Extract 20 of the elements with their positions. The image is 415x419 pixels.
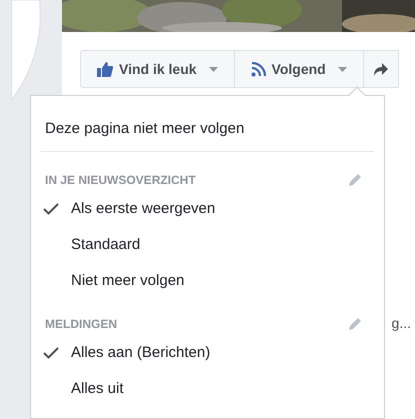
menu-item[interactable]: Niet meer volgen — [31, 264, 384, 298]
pencil-icon[interactable] — [348, 317, 362, 331]
caret-icon — [338, 66, 347, 72]
share-arrow-icon — [374, 62, 388, 76]
section-header: IN JE NIEUWSOVERZICHT — [45, 172, 196, 189]
menu-item[interactable]: Alles aan (Berichten) — [31, 336, 384, 370]
thumbs-up-icon — [97, 62, 113, 76]
action-button[interactable]: Vind ik leuk — [81, 51, 235, 87]
menu-item[interactable]: Standaard — [31, 228, 384, 262]
truncated-text: g... — [392, 314, 411, 333]
rss-icon — [250, 62, 266, 76]
checkmark-icon — [43, 347, 59, 359]
caret-icon — [208, 66, 218, 72]
pencil-icon[interactable] — [348, 173, 362, 187]
menu-item[interactable]: Alles uit — [31, 372, 384, 406]
checkmark-icon — [43, 203, 59, 215]
menu-item[interactable]: Als eerste weergeven — [31, 192, 384, 226]
menu-item[interactable]: Deze pagina niet meer volgen — [31, 117, 384, 141]
action-button[interactable]: Volgend — [234, 51, 364, 87]
section-header: MELDINGEN — [45, 316, 117, 333]
